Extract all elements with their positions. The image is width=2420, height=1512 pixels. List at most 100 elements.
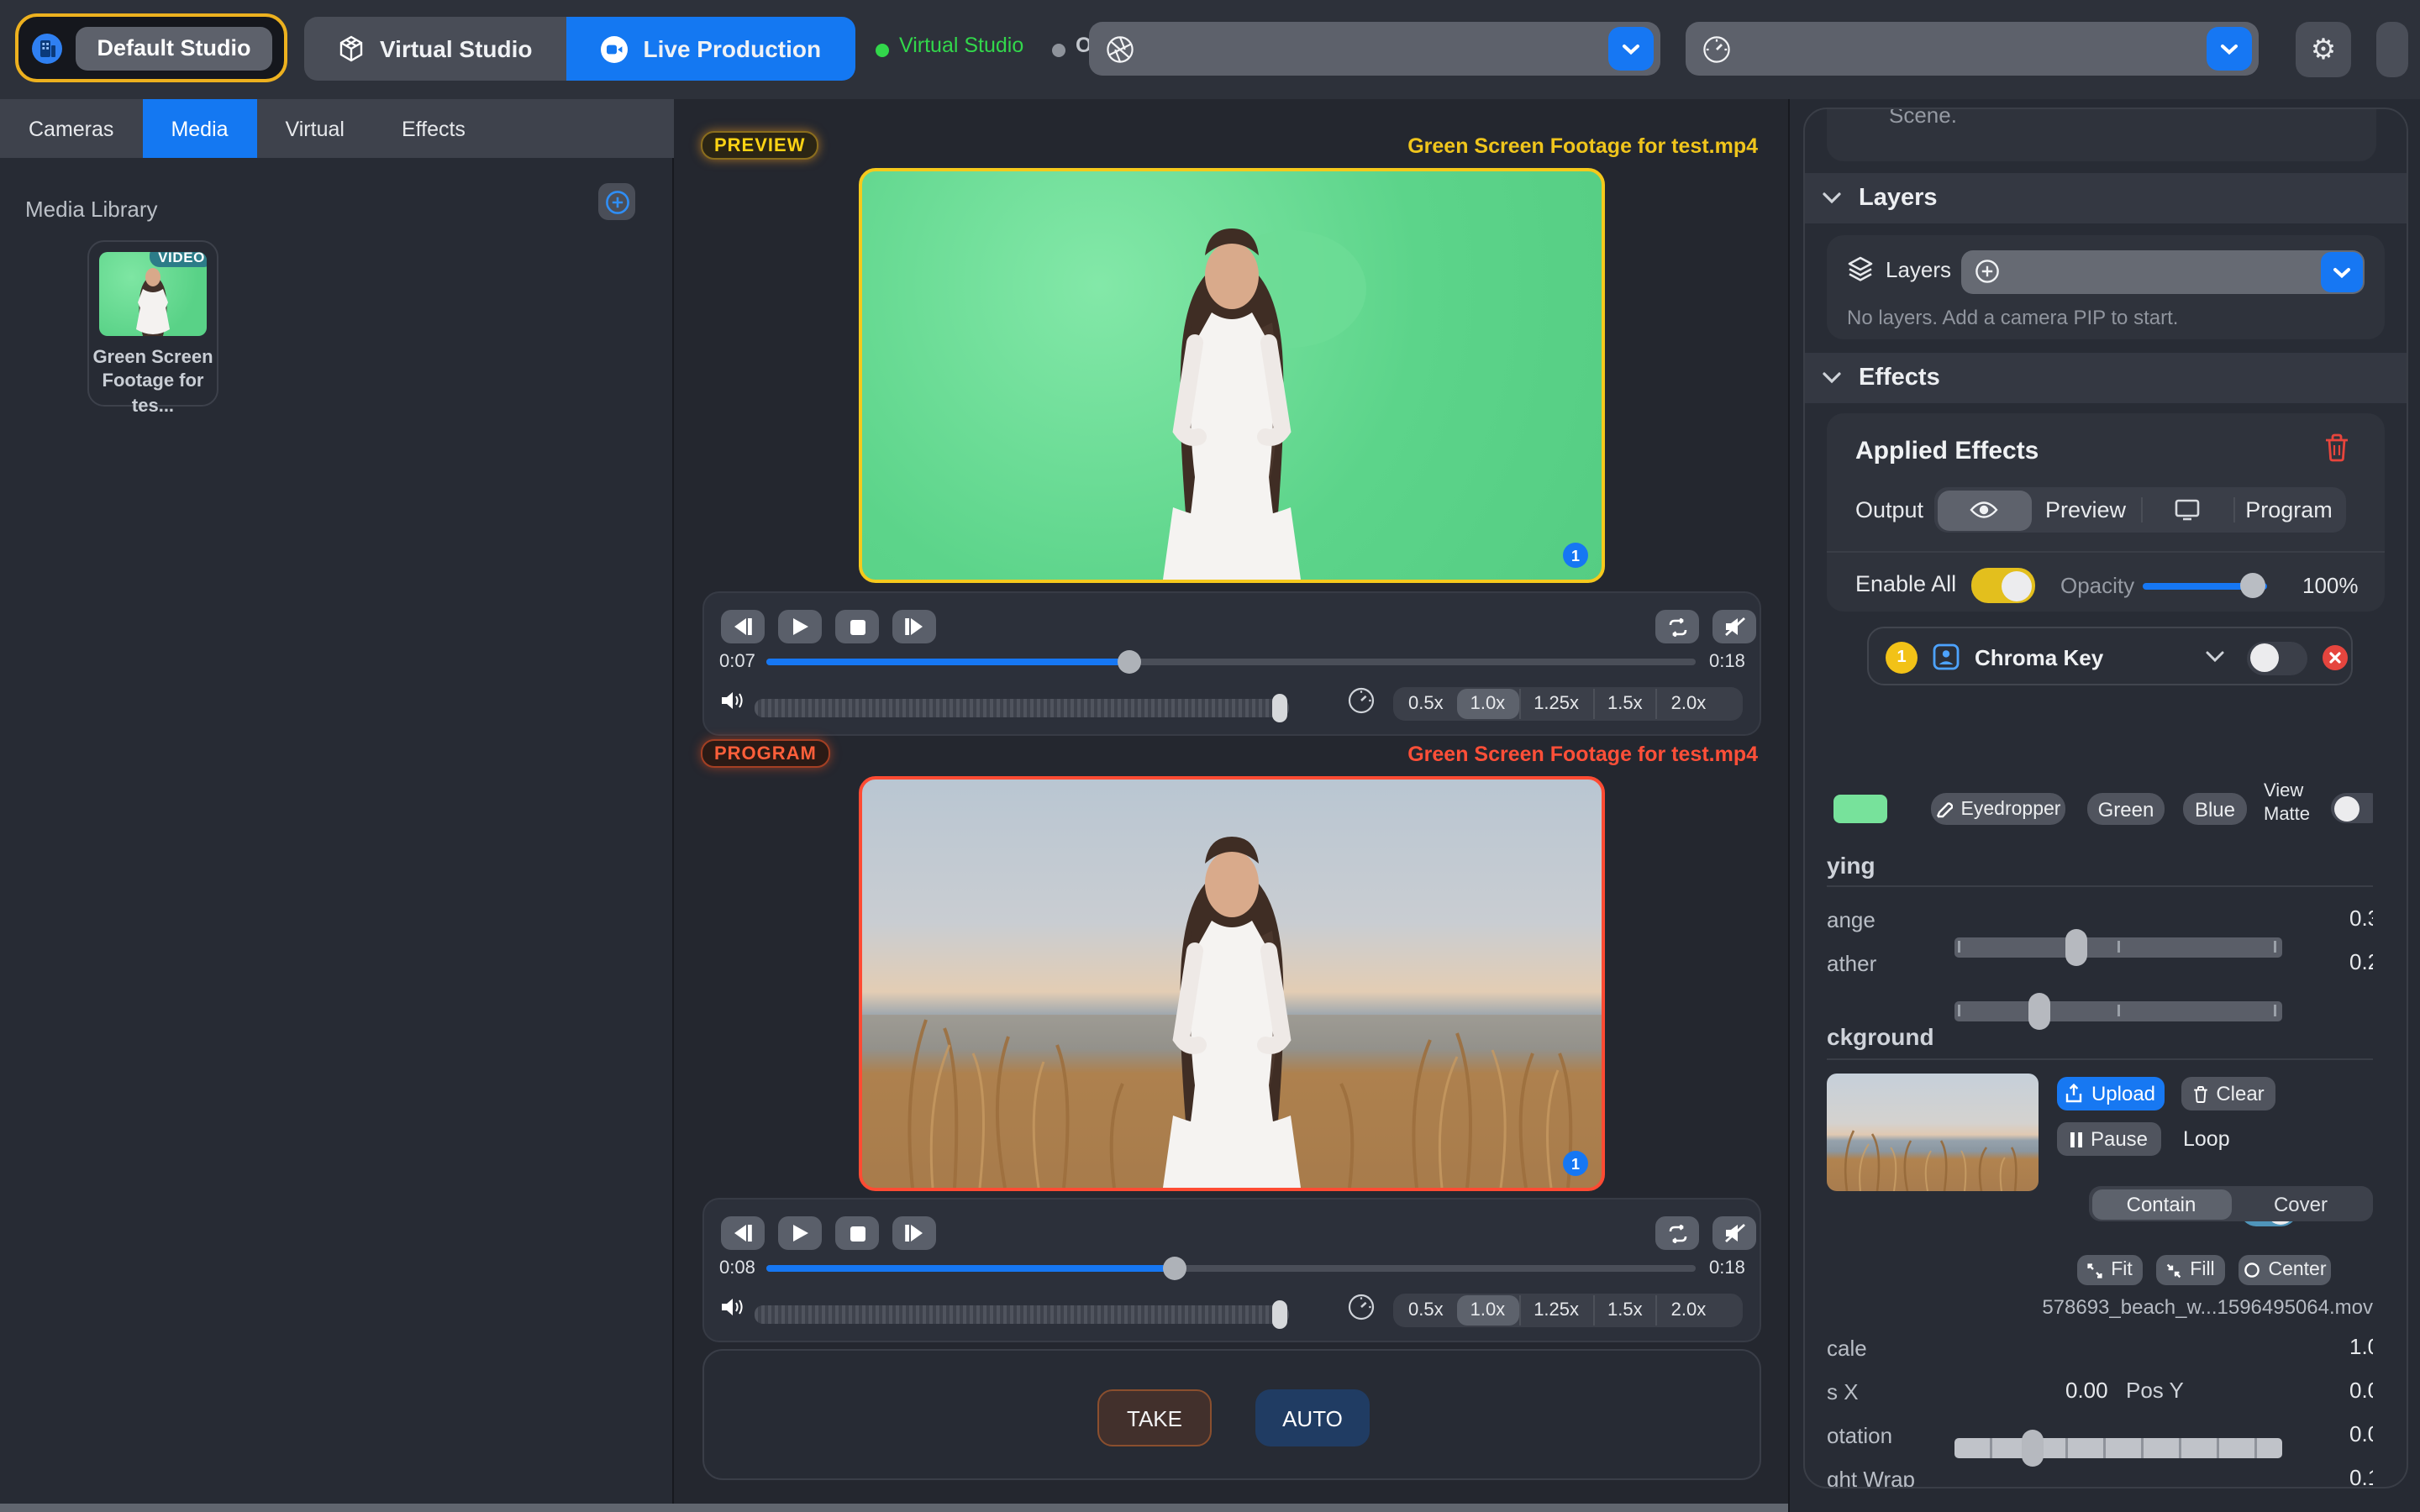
add-layer-dropdown[interactable] [1961,250,2365,294]
scale-knob[interactable] [2022,1430,2044,1467]
chevron-down-icon [1822,192,1842,205]
divider [1827,551,2385,553]
seek-knob[interactable] [1117,650,1140,674]
add-media-button[interactable] [598,183,635,220]
chevron-down-icon [1822,371,1842,385]
chevron-down-icon[interactable] [1608,27,1654,71]
green-key-button[interactable]: Green [2087,793,2165,825]
layers-section-header[interactable]: Layers [1805,173,2408,223]
view-matte-toggle[interactable] [2331,793,2373,823]
chevron-down-icon[interactable] [2321,252,2363,292]
stop-button[interactable] [835,1216,879,1250]
speed-1.5x[interactable]: 1.5x [1592,689,1656,719]
speed-1.0x[interactable]: 1.0x [1457,1295,1519,1326]
studio-name[interactable]: Default Studio [76,26,272,70]
media-library-title: Media Library [25,197,158,222]
range-slider[interactable] [1954,937,2282,958]
effects-section-header[interactable]: Effects [1805,353,2408,403]
speed-0.5x[interactable]: 0.5x [1395,689,1457,719]
preview-seek-bar[interactable] [766,659,1696,665]
contain-segment[interactable]: Contain [2091,1189,2231,1219]
fit-button[interactable]: Fit [2077,1255,2143,1285]
take-button[interactable]: TAKE [1097,1389,1212,1446]
program-layer-badge: 1 [1563,1151,1588,1176]
step-back-button[interactable] [721,1216,765,1250]
volume-icon [721,1297,743,1317]
timer-source-dropdown[interactable] [1686,22,2259,76]
feather-knob[interactable] [2028,993,2050,1030]
clear-button[interactable]: Clear [2181,1077,2275,1110]
output-preview-segment[interactable]: Preview [2031,497,2140,522]
preview-video[interactable]: 1 [859,168,1605,583]
tab-virtual-studio[interactable]: Virtual Studio [304,17,566,81]
step-back-button[interactable] [721,610,765,643]
speed-2.0x[interactable]: 2.0x [1656,1295,1720,1326]
feather-slider[interactable] [1954,1001,2282,1021]
output-segmented-control: Preview Program [1934,487,2346,533]
chevron-down-icon[interactable] [2205,650,2225,664]
output-eye-segment[interactable] [1937,490,2031,530]
output-program-segment[interactable]: Program [2234,497,2344,522]
seek-knob[interactable] [1164,1257,1187,1280]
stop-button[interactable] [835,610,879,643]
collapse-panel-button[interactable] [2376,22,2408,77]
speed-2.0x[interactable]: 2.0x [1656,689,1720,719]
play-button[interactable] [778,1216,822,1250]
volume-knob[interactable] [1272,694,1287,722]
clear-label: Clear [2216,1082,2264,1105]
upload-button[interactable]: Upload [2057,1077,2165,1110]
speed-1.25x[interactable]: 1.25x [1518,1295,1592,1326]
sidebar-tab-cameras[interactable]: Cameras [0,99,142,158]
background-thumbnail[interactable] [1827,1074,2039,1191]
pause-icon [2070,1131,2082,1147]
program-seek-bar[interactable] [766,1265,1696,1272]
remove-effect-icon[interactable] [2323,645,2348,670]
loop-button[interactable] [1655,610,1699,643]
play-button[interactable] [778,610,822,643]
center-button[interactable]: Center [2238,1255,2331,1285]
program-video[interactable]: 1 [859,776,1605,1191]
camera-source-dropdown[interactable] [1089,22,1660,76]
fill-button[interactable]: Fill [2156,1255,2225,1285]
effect-row-chroma-key[interactable]: 1 Chroma Key [1867,627,2353,685]
enable-all-toggle[interactable] [1971,568,2035,603]
mute-button[interactable] [1712,1216,1756,1250]
virtual-studio-status: Virtual Studio [899,34,1023,57]
speed-1.0x[interactable]: 1.0x [1457,689,1519,719]
range-knob[interactable] [2065,929,2087,966]
opacity-slider[interactable] [2143,583,2267,589]
speed-0.5x[interactable]: 0.5x [1395,1295,1457,1326]
auto-button[interactable]: AUTO [1255,1389,1370,1446]
settings-button[interactable]: ⚙ [2296,22,2351,77]
step-forward-button[interactable] [892,1216,936,1250]
studio-icon [30,31,64,65]
eyedropper-button[interactable]: Eyedropper [1931,793,2065,825]
chevron-down-icon[interactable] [2207,27,2252,71]
step-forward-button[interactable] [892,610,936,643]
tab-live-production[interactable]: Live Production [566,17,855,81]
scale-slider[interactable] [1954,1438,2282,1458]
key-color-swatch[interactable] [1833,795,1887,823]
effect-enable-toggle[interactable] [2247,641,2307,675]
program-volume-slider[interactable] [755,1305,1289,1324]
sidebar-tab-effects[interactable]: Effects [373,99,494,158]
pause-background-button[interactable]: Pause [2057,1122,2161,1156]
speed-1.25x[interactable]: 1.25x [1518,689,1592,719]
media-item-card[interactable]: VIDEO Green Screen Footage for tes... [87,240,218,407]
sidebar-tab-media[interactable]: Media [142,99,256,158]
mute-button[interactable] [1712,610,1756,643]
opacity-knob[interactable] [2240,573,2265,598]
volume-knob[interactable] [1272,1300,1287,1329]
speed-1.5x[interactable]: 1.5x [1592,1295,1656,1326]
output-monitor-segment[interactable] [2142,499,2233,521]
inspector-card: Scene. Layers Layers [1803,108,2408,1488]
loop-button[interactable] [1655,1216,1699,1250]
preview-volume-slider[interactable] [755,699,1289,717]
trash-icon[interactable] [2324,433,2349,462]
cover-segment[interactable]: Cover [2231,1189,2370,1219]
blue-key-button[interactable]: Blue [2183,793,2247,825]
horizontal-scrollbar[interactable] [0,1504,1788,1512]
studio-selector[interactable]: Default Studio [15,13,287,82]
monitor-icon [2175,499,2200,521]
sidebar-tab-virtual[interactable]: Virtual [257,99,373,158]
